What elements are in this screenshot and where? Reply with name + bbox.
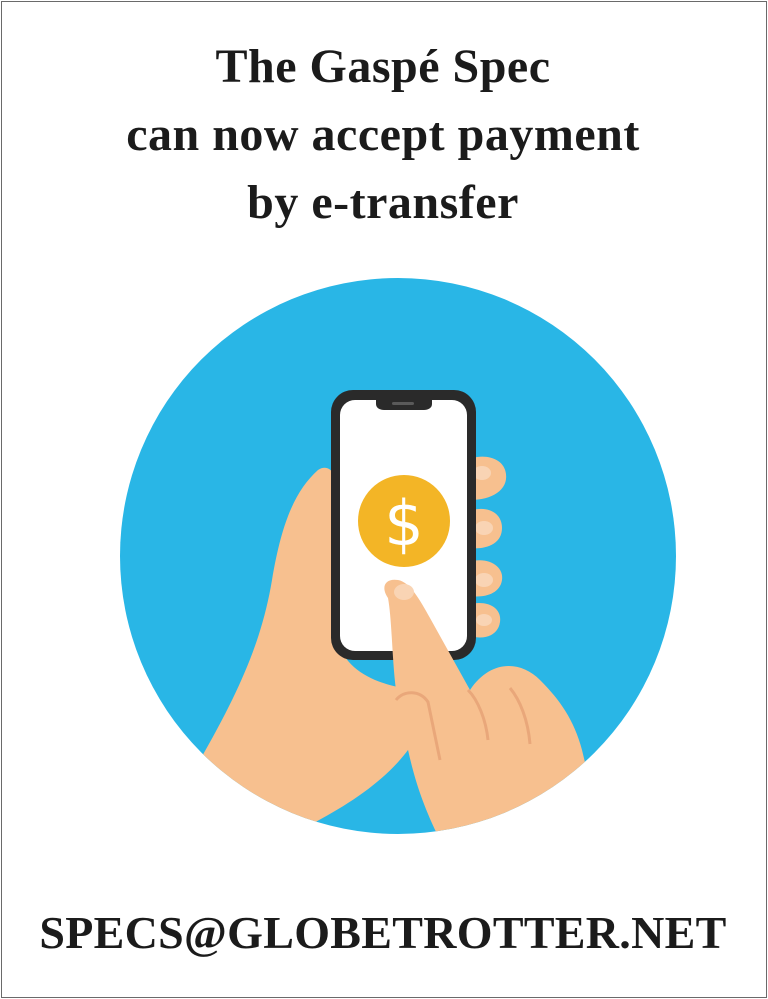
e-transfer-illustration: $ — [120, 278, 676, 834]
dollar-coin-icon: $ — [358, 475, 450, 567]
svg-text:$: $ — [384, 487, 423, 560]
contact-email: SPECS@GLOBETROTTER.NET — [39, 907, 727, 958]
